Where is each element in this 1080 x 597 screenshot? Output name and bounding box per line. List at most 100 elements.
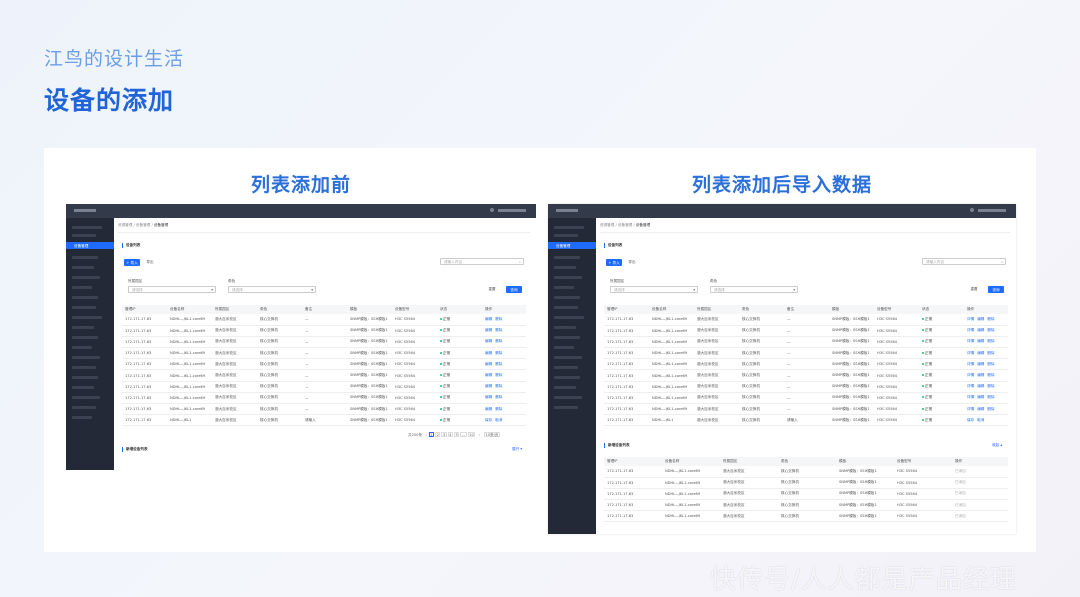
column-header[interactable]: 设备名称 — [662, 457, 720, 466]
sidebar-item[interactable] — [554, 286, 574, 289]
action-link[interactable]: 详情 — [967, 395, 974, 399]
action-link[interactable]: 编辑 — [977, 339, 984, 343]
sidebar-item[interactable] — [554, 234, 578, 237]
action-link[interactable]: 删除 — [987, 317, 994, 321]
sidebar-item[interactable] — [554, 266, 576, 269]
action-link[interactable]: 编辑 — [977, 395, 984, 399]
sidebar-item[interactable] — [554, 366, 578, 369]
column-header[interactable]: 设备型号 — [874, 305, 919, 314]
filter-park-select[interactable]: 请选择 ▾ — [128, 286, 216, 293]
column-header[interactable]: 设备名称 — [649, 305, 694, 314]
sidebar-item[interactable] — [554, 376, 580, 379]
import-button[interactable]: + 导入 — [124, 259, 140, 266]
column-header[interactable]: 管理IP — [604, 457, 662, 466]
sidebar-item[interactable] — [72, 266, 94, 269]
collapse-link[interactable]: 收起 ▴ — [992, 443, 1002, 448]
search-input[interactable]: 请输入内容 ⌕ — [922, 258, 1006, 265]
query-button[interactable]: 查询 — [506, 286, 522, 293]
sidebar-item[interactable] — [72, 346, 92, 349]
action-link[interactable]: 删除 — [495, 384, 502, 388]
action-link[interactable]: 详情 — [967, 373, 974, 377]
action-link[interactable]: 删除 — [987, 373, 994, 377]
page-number[interactable]: 4 — [447, 432, 453, 437]
sidebar-item[interactable] — [72, 226, 102, 229]
column-header[interactable]: 操作 — [964, 305, 1008, 314]
column-header[interactable]: 设备名称 — [167, 305, 212, 314]
sidebar-item[interactable] — [72, 416, 92, 419]
action-link[interactable]: 编辑 — [485, 373, 492, 377]
sidebar-item[interactable] — [554, 306, 578, 309]
action-link[interactable]: 编辑 — [977, 328, 984, 332]
sidebar-item[interactable] — [72, 316, 102, 319]
sidebar-item-device-management[interactable]: 设备管理 — [66, 242, 114, 249]
action-link[interactable]: 编辑 — [485, 317, 492, 321]
column-header[interactable]: 所属园区 — [720, 457, 778, 466]
action-link[interactable]: 详情 — [967, 317, 974, 321]
sidebar-item[interactable] — [72, 386, 94, 389]
query-button[interactable]: 查询 — [988, 286, 1004, 293]
action-link[interactable]: 取消 — [977, 418, 984, 422]
action-link[interactable]: 删除 — [987, 351, 994, 355]
action-link[interactable]: 详情 — [967, 351, 974, 355]
sidebar-item[interactable] — [72, 336, 98, 339]
page-number[interactable]: 5 — [453, 432, 460, 437]
avatar[interactable] — [490, 208, 494, 212]
next-page-icon[interactable]: › — [478, 433, 479, 437]
action-link[interactable]: 保存 — [967, 418, 974, 422]
column-header[interactable]: 管理IP — [604, 305, 649, 314]
action-link[interactable]: 删除 — [495, 351, 502, 355]
breadcrumb-item[interactable]: 资源管理 — [118, 223, 132, 227]
sidebar-item[interactable] — [72, 356, 100, 359]
action-link[interactable]: 编辑 — [977, 407, 984, 411]
expand-link[interactable]: 展开 ▾ — [512, 447, 522, 452]
page-number[interactable]: 2 — [435, 432, 441, 437]
action-link[interactable]: 编辑 — [485, 407, 492, 411]
action-link[interactable]: 编辑 — [977, 384, 984, 388]
action-link[interactable]: 编辑 — [977, 317, 984, 321]
action-link[interactable]: 删除 — [987, 328, 994, 332]
user-menu[interactable] — [498, 209, 526, 212]
action-link[interactable]: 删除 — [987, 384, 994, 388]
sidebar-item[interactable] — [554, 276, 582, 279]
column-header[interactable]: 所属园区 — [212, 305, 257, 314]
column-header[interactable]: 管理IP — [122, 305, 167, 314]
column-header[interactable]: 所属园区 — [694, 305, 739, 314]
page-number[interactable]: 3 — [441, 432, 447, 437]
action-link[interactable]: 编辑 — [485, 384, 492, 388]
column-header[interactable]: 备注 — [302, 305, 347, 314]
action-link[interactable]: 删除 — [495, 362, 502, 366]
column-header[interactable]: 备注 — [784, 305, 829, 314]
filter-role-select[interactable]: 请选择 ▾ — [228, 286, 316, 293]
action-link[interactable]: 删除 — [987, 362, 994, 366]
action-link[interactable]: 删除 — [495, 395, 502, 399]
action-link[interactable]: 编辑 — [485, 339, 492, 343]
action-link[interactable]: 删除 — [987, 395, 994, 399]
filter-role-select[interactable]: 请选择 ▾ — [710, 286, 798, 293]
action-link[interactable]: 详情 — [967, 339, 974, 343]
action-link[interactable]: 编辑 — [485, 395, 492, 399]
column-header[interactable]: 角色 — [257, 305, 302, 314]
column-header[interactable]: 状态 — [919, 305, 964, 314]
sidebar-item[interactable] — [72, 326, 94, 329]
action-link[interactable]: 删除 — [495, 328, 502, 332]
action-link[interactable]: 删除 — [495, 317, 502, 321]
sidebar-item[interactable] — [554, 336, 580, 339]
column-header[interactable]: 状态 — [437, 305, 482, 314]
import-button[interactable]: + 导入 — [606, 259, 622, 266]
sidebar-item[interactable] — [554, 396, 582, 399]
action-link[interactable]: 取消 — [495, 418, 502, 422]
column-header[interactable]: 模板 — [836, 457, 894, 466]
user-menu[interactable] — [978, 209, 1006, 212]
sidebar-item[interactable] — [554, 406, 578, 409]
action-link[interactable]: 详情 — [967, 384, 974, 388]
action-link[interactable]: 编辑 — [485, 328, 492, 332]
action-link[interactable]: 编辑 — [485, 362, 492, 366]
column-header[interactable]: 模板 — [347, 305, 392, 314]
sidebar-item[interactable] — [554, 296, 580, 299]
export-button[interactable]: 导出 — [625, 259, 639, 266]
sidebar-item[interactable] — [72, 256, 98, 259]
reset-button[interactable]: 重置 — [966, 286, 982, 293]
column-header[interactable]: 角色 — [739, 305, 784, 314]
sidebar-item[interactable] — [72, 276, 100, 279]
sidebar-item[interactable] — [72, 366, 96, 369]
